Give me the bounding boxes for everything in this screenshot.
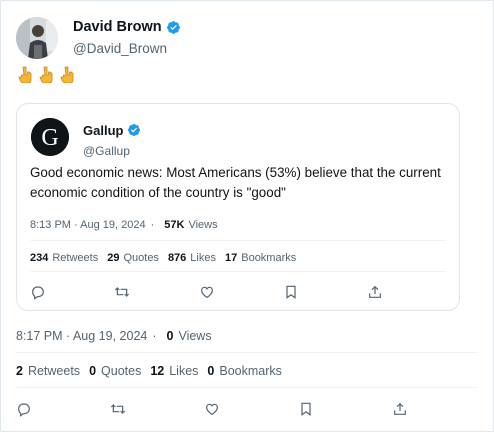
like-icon[interactable] [204,401,220,417]
quoted-retweets-stat[interactable]: 234 Retweets [30,252,98,264]
bookmarks-stat[interactable]: 0 Bookmarks [207,364,281,378]
svg-text:G: G [41,125,58,151]
quoted-author-name[interactable]: Gallup [83,123,123,138]
retweets-stat[interactable]: 2 Retweets [16,364,80,378]
quoted-quotes-stat[interactable]: 29 Quotes [107,252,159,264]
gallup-logo[interactable]: G [31,118,69,156]
verified-badge-icon [128,124,141,136]
likes-stat[interactable]: 12 Likes [150,364,198,378]
share-icon[interactable] [367,284,383,300]
like-icon[interactable] [199,284,215,300]
quoted-bookmarks-stat[interactable]: 17 Bookmarks [225,252,296,264]
tweet-action-bar [1,401,493,417]
bookmark-icon[interactable] [283,284,299,300]
verified-badge-icon [166,20,180,34]
pointing-down-emoji-icon [39,66,53,83]
divider [30,271,446,272]
author-avatar[interactable] [16,17,58,59]
tweet-author[interactable]: David Brown @David_Brown [16,17,181,59]
pointing-down-emoji-icon [18,66,32,83]
reply-icon[interactable] [16,401,32,417]
reply-icon[interactable] [30,284,46,300]
tweet-timestamp[interactable]: 8:17 PM · Aug 19, 2024 [16,329,147,343]
author-handle[interactable]: @David_Brown [73,41,181,56]
quoted-author-handle[interactable]: @Gallup [83,144,141,158]
tweet-meta: 8:17 PM · Aug 19, 2024 · 0 Views [16,329,212,343]
tweet-views-count: 0 [166,329,174,343]
quoted-likes-stat[interactable]: 876 Likes [168,252,216,264]
separator-dot: · [152,329,157,343]
quoted-author[interactable]: G Gallup @Gallup [31,118,141,158]
tweet-text [18,66,75,83]
divider [16,352,478,353]
quotes-stat[interactable]: 0 Quotes [89,364,141,378]
quoted-tweet[interactable]: G Gallup @Gallup Good economic news: Mos… [16,103,460,311]
quoted-timestamp[interactable]: 8:13 PM · Aug 19, 2024 [30,219,146,231]
author-name[interactable]: David Brown [73,19,162,35]
retweet-icon[interactable] [114,284,130,300]
divider [30,240,446,241]
quoted-views-count: 57K [164,219,185,231]
quoted-tweet-meta: 8:13 PM · Aug 19, 2024 · 57K Views [30,219,218,231]
divider [16,387,478,388]
pointing-down-emoji-icon [60,66,74,83]
quoted-views-label: Views [188,219,218,231]
quoted-engagement-stats: 234 Retweets 29 Quotes 876 Likes 17 Bookmark… [30,252,305,264]
quoted-tweet-text: Good economic news: Most Americans (53%)… [30,165,441,200]
tweet-views-label: Views [178,329,212,343]
share-icon[interactable] [392,401,408,417]
retweet-icon[interactable] [110,401,126,417]
quoted-action-bar [17,284,459,300]
tweet-engagement-stats: 2 Retweets 0 Quotes 12 Likes 0 Bookmarks [16,364,291,378]
separator-dot: · [150,219,155,231]
tweet-card: David Brown @David_Brown G Gallup @Gallu… [0,0,494,432]
bookmark-icon[interactable] [298,401,314,417]
